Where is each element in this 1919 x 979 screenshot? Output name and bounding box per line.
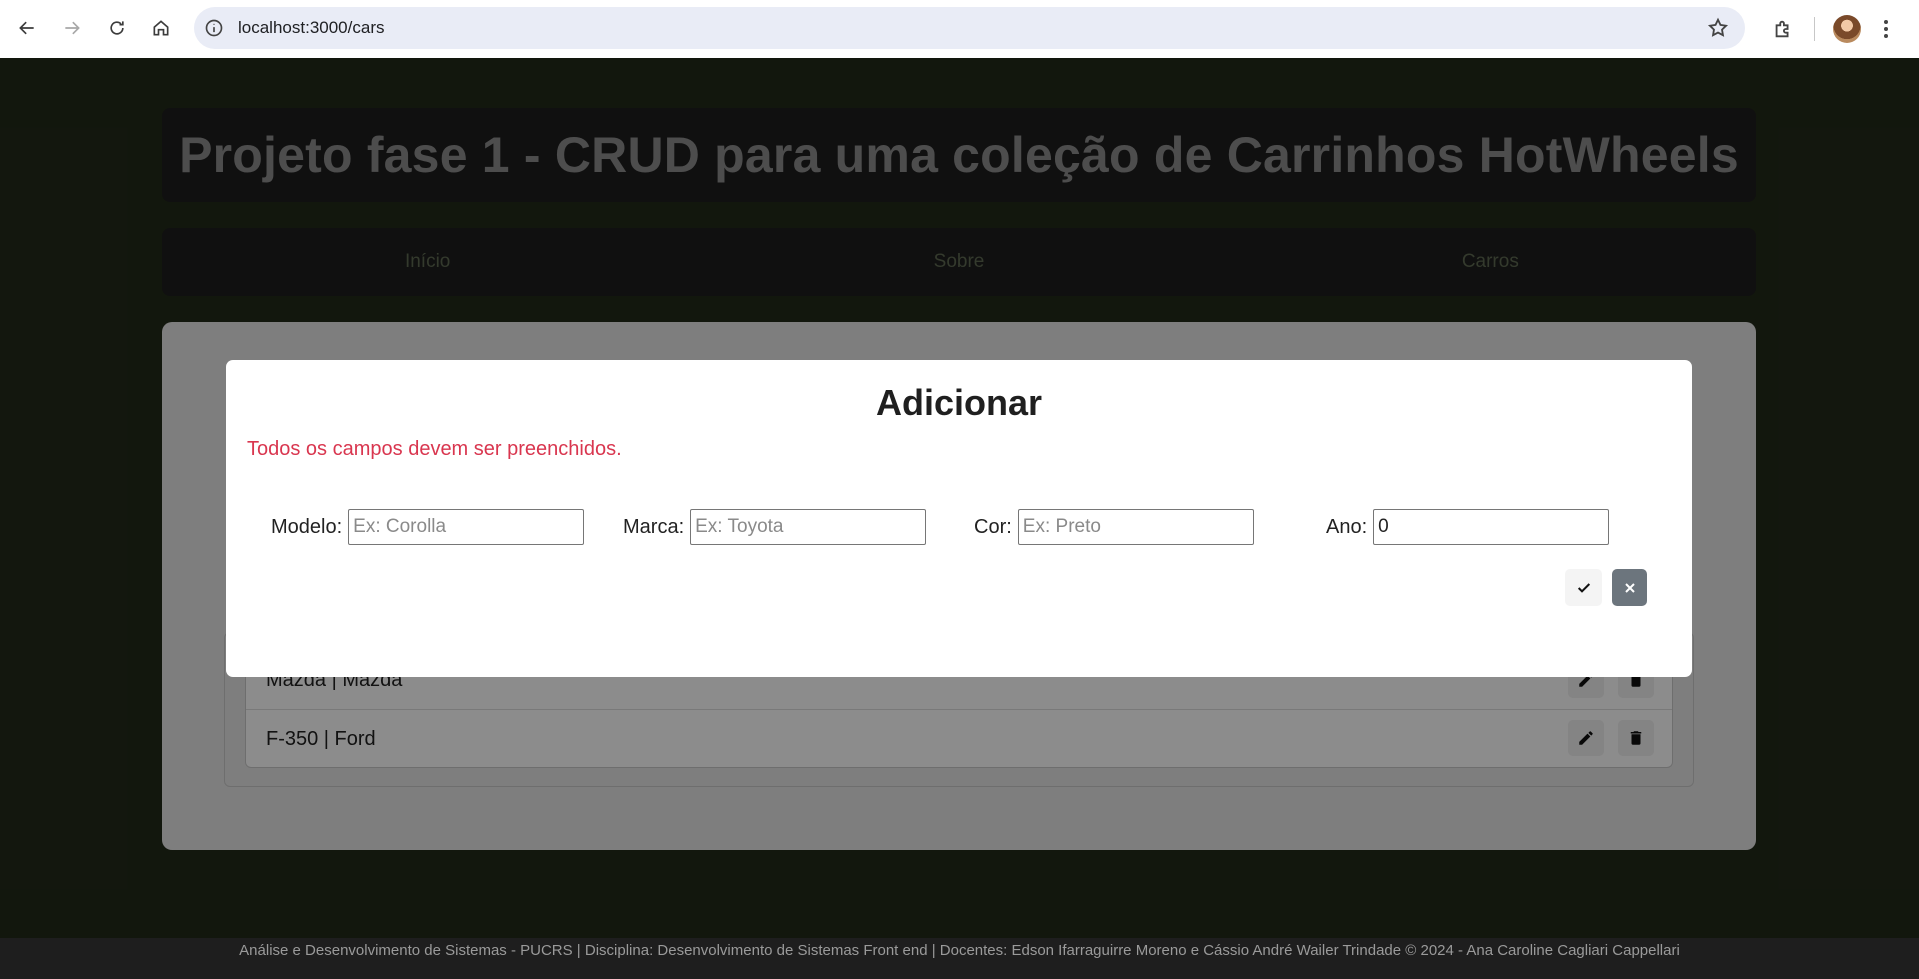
arrow-right-icon [65,21,80,35]
browser-toolbar: localhost:3000/cars [0,0,1919,58]
confirm-button[interactable] [1565,569,1602,606]
arrow-left-icon [19,21,34,35]
close-icon [1624,582,1635,593]
url-text[interactable]: localhost:3000/cars [238,18,384,38]
cor-input[interactable] [1017,509,1254,545]
browser-menu-button[interactable] [1871,6,1901,52]
modal-title: Adicionar [875,382,1043,423]
forward-button[interactable] [49,5,95,51]
cancel-button[interactable] [1612,569,1647,606]
modelo-input[interactable] [348,509,585,545]
marca-input[interactable] [690,509,927,545]
reload-icon [110,21,124,35]
modal-actions [1565,569,1647,606]
profile-avatar[interactable] [1833,15,1861,43]
back-button[interactable] [4,5,50,51]
toolbar-separator [1814,17,1815,41]
ano-label: Ano: [1326,515,1368,538]
validation-error: Todos os campos devem ser preenchidos. [247,438,622,460]
modelo-label: Modelo: [271,515,343,538]
check-icon [1577,582,1590,593]
footer-text: Análise e Desenvolvimento de Sistemas - … [239,942,1680,959]
modelo-field: Modelo: [271,508,585,546]
extensions-button[interactable] [1760,6,1806,52]
form-fields: Modelo: Marca: Cor: Ano: [226,508,1692,546]
toolbar-right [1760,6,1901,52]
address-bar[interactable]: localhost:3000/cars [194,7,1745,49]
home-button[interactable] [138,5,184,51]
add-car-modal: Adicionar Todos os campos devem ser pree… [226,360,1692,677]
puzzle-icon [1775,20,1789,38]
ano-field: Ano: [1326,508,1610,546]
cor-field: Cor: [974,508,1254,546]
bookmark-star-icon[interactable] [1707,17,1729,39]
ano-input[interactable] [1373,509,1610,545]
kebab-menu-icon [1884,20,1888,38]
reload-button[interactable] [94,5,140,51]
marca-field: Marca: [623,508,927,546]
info-icon[interactable] [204,18,224,38]
marca-label: Marca: [623,515,685,538]
footer: Análise e Desenvolvimento de Sistemas - … [0,938,1919,979]
home-icon [153,20,169,36]
cor-label: Cor: [974,515,1012,538]
